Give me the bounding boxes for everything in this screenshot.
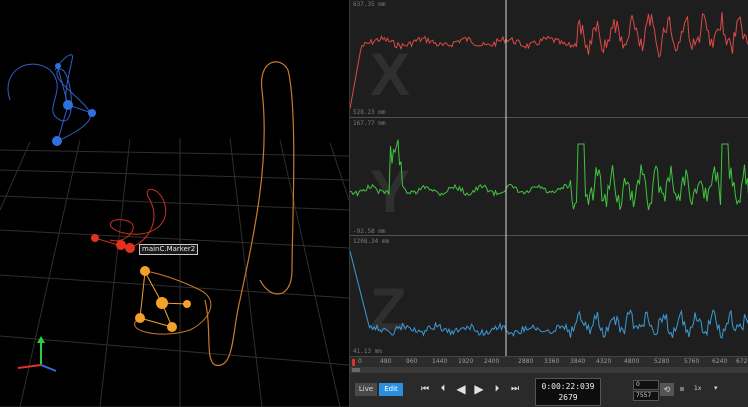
- play-icon[interactable]: ▶: [472, 381, 486, 398]
- plots-area[interactable]: X Y Z 637.35 mm 528.23 mm 167.77 mm -92.…: [350, 0, 748, 356]
- step-forward-icon[interactable]: ⏵: [490, 381, 504, 398]
- x-max-label: 637.35 mm: [353, 1, 386, 8]
- y-min-label: -92.58 mm: [353, 228, 386, 235]
- timeline-tick: 6240: [712, 358, 728, 365]
- live-button[interactable]: Live: [355, 383, 377, 396]
- y-max-label: 167.77 mm: [353, 120, 386, 127]
- blue-markers[interactable]: [52, 63, 96, 146]
- speed-dropdown-icon[interactable]: ▾: [714, 384, 718, 392]
- timeline-tick: 0: [358, 358, 362, 365]
- x-min-label: 528.23 mm: [353, 109, 386, 116]
- timecode: 0:00:22:039: [541, 382, 595, 391]
- timeline-tick: 4320: [596, 358, 612, 365]
- timeline-tick: 2400: [484, 358, 500, 365]
- z-max-label: 1208.34 mm: [353, 238, 390, 245]
- blue-marker-trail: [7, 54, 93, 143]
- step-back-icon[interactable]: ⏴: [436, 381, 450, 398]
- timeline-tick: 5280: [654, 358, 670, 365]
- timeline-tick: 672: [736, 358, 748, 365]
- orange-markers[interactable]: [135, 266, 191, 332]
- x-axis-watermark: X: [370, 41, 410, 108]
- scrollbar-handle[interactable]: [352, 368, 360, 372]
- z-axis-watermark: Z: [370, 276, 407, 343]
- range-start-marker[interactable]: [352, 359, 355, 366]
- play-reverse-icon[interactable]: ◀: [454, 381, 468, 398]
- timeline-tick: 960: [406, 358, 418, 365]
- time-display: 0:00:22:039 2679: [535, 378, 601, 406]
- playback-speed[interactable]: 1x: [694, 385, 701, 392]
- frame-number: 2679: [558, 393, 578, 402]
- axis-gizmo-icon: [17, 336, 57, 372]
- z-min-label: 41.13 mm: [353, 348, 382, 355]
- edit-button[interactable]: Edit: [379, 383, 403, 396]
- timeline-tick: 3840: [570, 358, 586, 365]
- loop-icon[interactable]: ⟲: [660, 383, 674, 396]
- range-start-field[interactable]: 0: [633, 380, 659, 390]
- plots-canvas[interactable]: X Y Z: [350, 0, 748, 356]
- timeline-tick: 4800: [624, 358, 640, 365]
- timeline-tick: 1440: [432, 358, 448, 365]
- skip-to-end-icon[interactable]: ⏭: [508, 381, 522, 398]
- timeline-tick: 480: [380, 358, 392, 365]
- speed-indicator-icon: [680, 387, 684, 391]
- timeline-tick: 3360: [544, 358, 560, 365]
- z-graph-bg: [350, 236, 748, 356]
- skip-to-start-icon[interactable]: ⏮: [418, 381, 432, 398]
- floor-grid: [0, 137, 349, 407]
- marker-name-label: mainC.Marker2: [139, 244, 199, 255]
- range-end-field[interactable]: 7557: [633, 391, 659, 401]
- timeline-tick: 1920: [458, 358, 474, 365]
- graph-panel[interactable]: X Y Z 637.35 mm 528.23 mm 167.77 mm -92.…: [349, 0, 748, 407]
- viewport-canvas[interactable]: [0, 0, 349, 407]
- orange-marker-trail: [204, 61, 295, 366]
- timeline-tick: 2880: [518, 358, 534, 365]
- timeline-tick: 5760: [684, 358, 700, 365]
- transport-bar: Live Edit ⏮ ⏴ ◀ ▶ ⏵ ⏭ 0:00:22:039 2679 0…: [350, 373, 748, 407]
- 3d-viewport[interactable]: mainC.Marker2: [0, 0, 349, 407]
